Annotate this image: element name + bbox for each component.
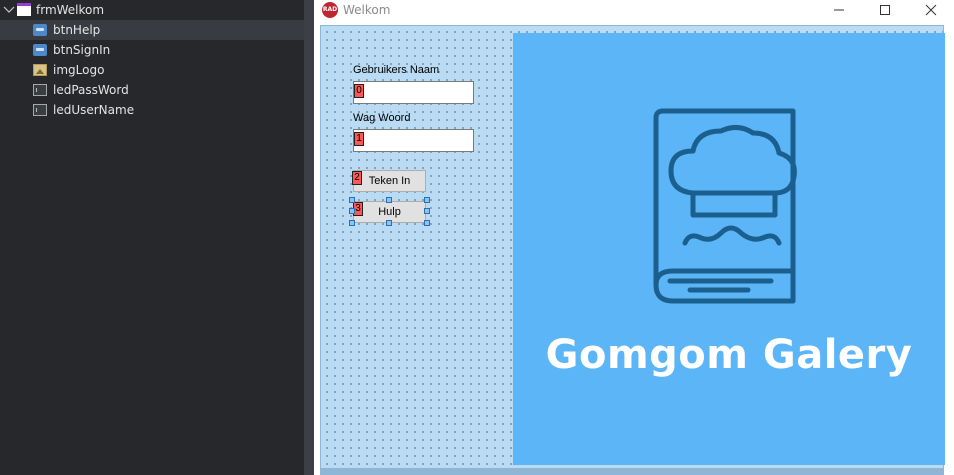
close-button[interactable] — [908, 0, 954, 20]
tree-item-label: btnHelp — [53, 23, 101, 37]
minimize-icon — [834, 9, 844, 11]
tree-item-label: ledPassWord — [53, 83, 129, 97]
password-label: Wag Woord — [353, 112, 411, 124]
selection-handle[interactable] — [386, 220, 392, 226]
structure-pane: frmWelkom btnHelp btnSignIn imgLogo ledP… — [0, 0, 304, 475]
username-label: Gebruikers Naam — [353, 64, 440, 76]
form-titlebar[interactable]: RAD Welkom — [314, 0, 954, 20]
username-field[interactable] — [353, 81, 474, 104]
selection-handle[interactable] — [424, 220, 430, 226]
maximize-button[interactable] — [862, 0, 908, 20]
form-designer-window: RAD Welkom Gebruikers Naam 0 Wag Woord 1… — [314, 0, 954, 475]
tree-item-label: ledUserName — [53, 103, 135, 117]
selection-handle[interactable] — [349, 208, 355, 214]
close-icon — [925, 4, 937, 16]
tree-item-label: btnSignIn — [53, 43, 111, 57]
chef-cookbook-icon — [653, 108, 797, 304]
selection-handle[interactable] — [424, 208, 430, 214]
tree-item-ledpassword[interactable]: ledPassWord — [0, 80, 304, 100]
form-icon — [17, 3, 31, 16]
labeled-edit-icon — [33, 84, 47, 96]
rad-studio-icon: RAD — [322, 2, 338, 18]
labeled-edit-icon — [33, 104, 47, 116]
logo-text: Gomgom Galery — [545, 332, 913, 378]
password-field[interactable] — [353, 129, 474, 152]
logo-image[interactable]: Gomgom Galery — [513, 33, 945, 465]
tree-item-label: imgLogo — [53, 63, 105, 77]
tree-item-btnhelp[interactable]: btnHelp — [0, 20, 304, 40]
tree-item-ledusername[interactable]: ledUserName — [0, 100, 304, 120]
image-icon — [33, 64, 47, 76]
button-icon — [33, 44, 47, 56]
tab-order-badge: 1 — [354, 132, 364, 146]
selection-handle[interactable] — [424, 197, 430, 203]
sign-in-button[interactable]: Teken In — [353, 170, 426, 192]
minimize-button[interactable] — [816, 0, 862, 20]
tree-item-btnsignin[interactable]: btnSignIn — [0, 40, 304, 60]
form-title: Welkom — [343, 3, 391, 17]
selection-handle[interactable] — [349, 197, 355, 203]
form-bottom-edge — [320, 469, 944, 475]
tree-item-frmwelkom[interactable]: frmWelkom — [0, 0, 304, 20]
tab-order-badge: 2 — [352, 171, 362, 185]
selection-handle[interactable] — [349, 220, 355, 226]
tree-item-label: frmWelkom — [36, 3, 105, 17]
selection-handle[interactable] — [386, 197, 392, 203]
chevron-down-icon[interactable] — [3, 3, 15, 15]
maximize-icon — [880, 5, 890, 15]
pane-splitter[interactable] — [304, 0, 314, 475]
tree-item-imglogo[interactable]: imgLogo — [0, 60, 304, 80]
tab-order-badge: 0 — [354, 84, 364, 98]
button-icon — [33, 24, 47, 36]
